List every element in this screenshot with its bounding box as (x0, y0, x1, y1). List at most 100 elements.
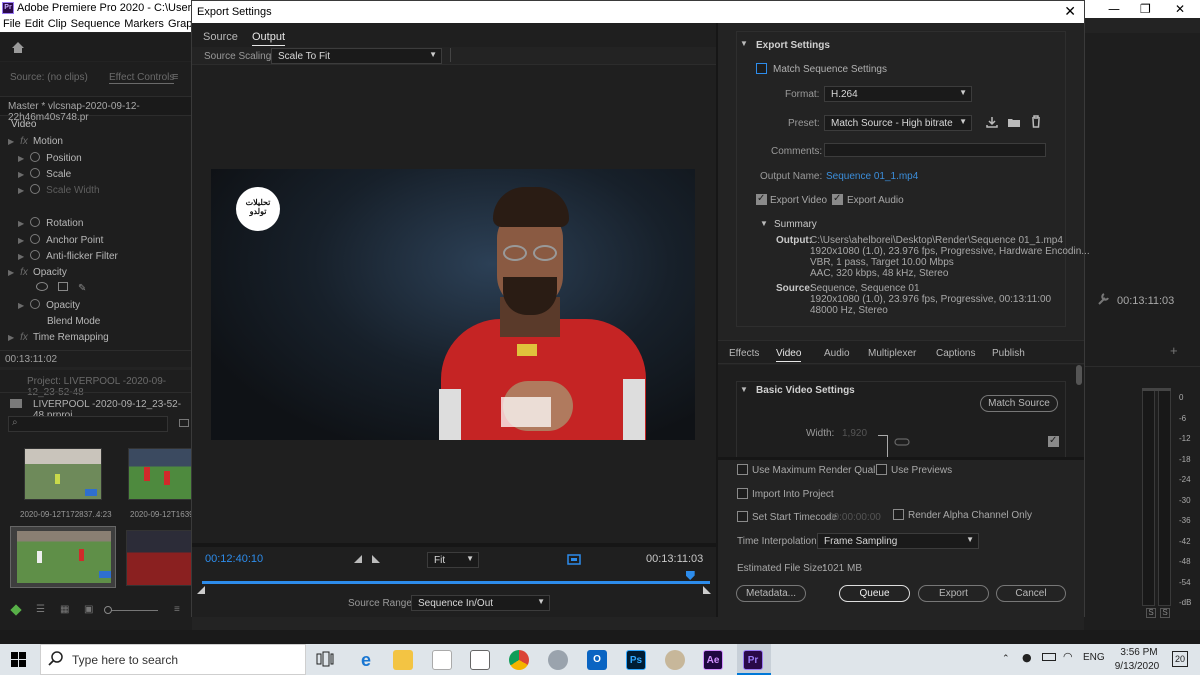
scrollbar-thumb[interactable] (1076, 365, 1082, 385)
zoom-slider-handle[interactable] (104, 606, 112, 614)
clock-date[interactable]: 9/13/2020 (1110, 661, 1164, 672)
max-render-quality-checkbox[interactable] (737, 464, 748, 475)
pencil-icon[interactable] (10, 604, 22, 616)
settings-tab-publish[interactable]: Publish (992, 348, 1025, 359)
wrench-icon[interactable] (1096, 292, 1110, 306)
settings-tab-multiplexer[interactable]: Multiplexer (868, 348, 916, 359)
list-view-icon[interactable]: ☰ (36, 604, 45, 615)
notifications-icon[interactable]: 20 (1172, 651, 1188, 667)
preset-dropdown[interactable]: Match Source - High bitrate ▼ (824, 115, 972, 131)
output-name-link[interactable]: Sequence 01_1.mp4 (826, 171, 918, 182)
menu-file[interactable]: File (3, 18, 21, 30)
start-timecode-value[interactable]: 00:00:00:00 (828, 512, 881, 523)
ec-row[interactable]: ▶ Scale Width (18, 184, 100, 200)
store-icon[interactable] (432, 650, 452, 670)
bin-icon[interactable] (179, 419, 189, 427)
ec-row[interactable]: ▶ Anchor Point (18, 234, 103, 250)
zoom-slider[interactable] (106, 610, 158, 611)
file-explorer-icon[interactable] (393, 650, 413, 670)
use-previews-checkbox[interactable] (876, 464, 887, 475)
home-icon[interactable] (11, 41, 25, 54)
expand-icon[interactable]: ▶ (8, 268, 14, 277)
project-tab[interactable]: Project: LIVERPOOL -2020-09-12_23-52-48 (27, 376, 192, 398)
stopwatch-icon[interactable] (30, 217, 41, 227)
language-indicator[interactable]: ENG (1083, 652, 1105, 663)
playhead[interactable] (685, 571, 695, 580)
ec-row[interactable]: ▶ fx Opacity (8, 267, 67, 283)
stopwatch-icon[interactable] (30, 152, 41, 162)
menu-clip[interactable]: Clip (48, 18, 67, 30)
windows-start-icon[interactable] (11, 652, 26, 667)
clip-thumbnail[interactable] (126, 530, 192, 586)
import-into-project-checkbox[interactable] (737, 488, 748, 499)
edge-icon[interactable]: e (356, 650, 376, 670)
source-tab[interactable]: Source: (no clips) (10, 72, 88, 83)
ec-row[interactable]: ▶ fx Time Remapping (8, 332, 109, 348)
clip-thumbnail[interactable] (128, 448, 192, 500)
expand-icon[interactable]: ▶ (18, 154, 24, 163)
cancel-button[interactable]: Cancel (996, 585, 1066, 602)
after-effects-icon[interactable]: Ae (703, 650, 723, 670)
expand-icon[interactable]: ▶ (8, 137, 14, 146)
project-search-input[interactable] (8, 416, 168, 432)
stopwatch-icon[interactable] (30, 234, 41, 244)
comments-input[interactable] (824, 143, 1046, 157)
ec-row[interactable]: Blend Mode (47, 316, 100, 332)
expand-icon[interactable]: ▶ (18, 236, 24, 245)
match-source-button[interactable]: Match Source (980, 395, 1058, 412)
queue-button[interactable]: Queue (839, 585, 910, 602)
rectangle-mask-icon[interactable] (58, 282, 68, 291)
width-match-checkbox[interactable] (1048, 435, 1059, 447)
time-interpolation-dropdown[interactable]: Frame Sampling ▼ (817, 533, 979, 549)
set-start-timecode-checkbox[interactable] (737, 511, 748, 522)
in-marker-icon[interactable] (197, 586, 205, 594)
export-audio-checkbox[interactable] (832, 193, 843, 205)
close-icon[interactable]: ✕ (1175, 2, 1185, 16)
clip-thumbnail-selected[interactable] (10, 526, 116, 588)
expand-icon[interactable]: ▶ (18, 301, 24, 310)
ec-row[interactable]: ▶ Position (18, 152, 82, 168)
set-in-point-icon[interactable] (354, 555, 362, 563)
battery-icon[interactable] (1042, 653, 1056, 661)
ec-row[interactable]: ▶ Scale (18, 168, 71, 184)
fit-dropdown[interactable]: Fit ▼ (427, 552, 479, 568)
settings-tab-audio[interactable]: Audio (824, 348, 850, 359)
format-dropdown[interactable]: H.264 ▼ (824, 86, 972, 102)
render-alpha-checkbox[interactable] (893, 509, 904, 520)
dialog-close-icon[interactable]: ✕ (1064, 4, 1076, 20)
wifi-icon[interactable]: ◠ (1063, 650, 1073, 663)
app-icon[interactable] (548, 650, 568, 670)
icon-view-icon[interactable]: ▦ (60, 604, 69, 615)
stopwatch-icon[interactable] (30, 299, 41, 309)
export-button[interactable]: Export (918, 585, 989, 602)
clock-time[interactable]: 3:56 PM (1115, 647, 1163, 658)
menu-sequence[interactable]: Sequence (71, 18, 121, 30)
freeform-view-icon[interactable]: ▣ (84, 604, 93, 615)
maximize-icon[interactable]: ❐ (1140, 2, 1151, 16)
ec-row[interactable]: ▶ Opacity (18, 299, 80, 315)
tab-source[interactable]: Source (203, 31, 238, 43)
ec-row[interactable]: ▶ Anti-flicker Filter (18, 250, 118, 266)
effect-controls-tab[interactable]: Effect Controls (109, 72, 175, 84)
outlook-icon[interactable]: O (587, 650, 607, 670)
export-video-checkbox[interactable] (756, 193, 767, 205)
minimize-icon[interactable]: — (1108, 2, 1120, 16)
expand-icon[interactable]: ▶ (18, 170, 24, 179)
menu-graphics[interactable]: Graphics (168, 18, 192, 30)
clip-thumbnail[interactable] (24, 448, 102, 500)
solo-right-button[interactable]: S (1160, 608, 1170, 618)
solo-left-button[interactable]: S (1146, 608, 1156, 618)
sort-icon[interactable]: ≡ (174, 604, 180, 615)
in-timecode[interactable]: 00:12:40:10 (205, 553, 263, 565)
panel-menu-icon[interactable]: ≡ (172, 71, 178, 83)
aspect-correction-icon[interactable] (567, 553, 581, 565)
stopwatch-icon[interactable] (30, 184, 41, 194)
chrome-icon[interactable] (509, 650, 529, 670)
width-value[interactable]: 1,920 (842, 428, 867, 439)
ec-row[interactable]: ▶ fx Motion (8, 136, 63, 152)
source-scaling-dropdown[interactable]: Scale To Fit ▼ (271, 48, 442, 64)
collapse-icon[interactable]: ▼ (740, 39, 748, 48)
save-preset-icon[interactable] (986, 116, 998, 128)
expand-icon[interactable]: ▶ (8, 333, 14, 342)
out-marker-icon[interactable] (703, 586, 711, 594)
